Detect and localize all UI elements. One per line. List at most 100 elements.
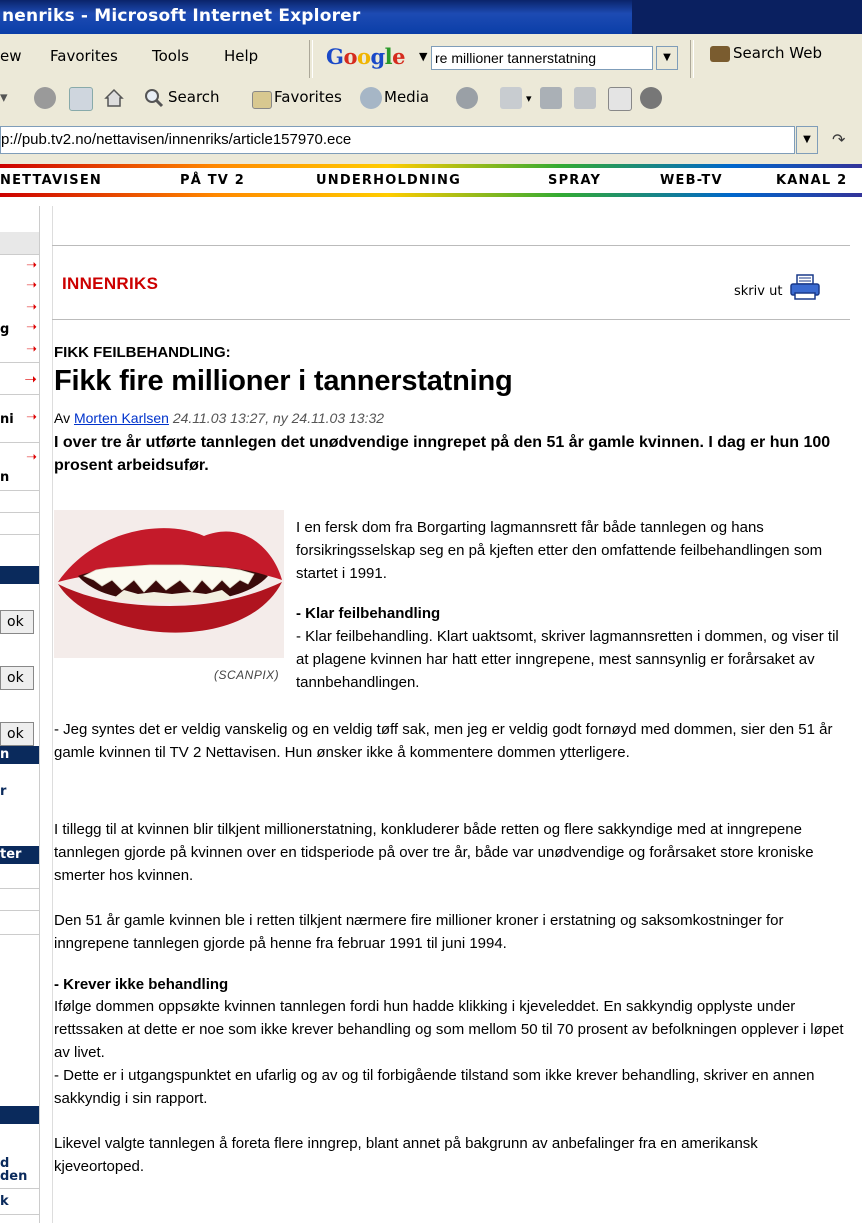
- sidebar-arrow-icon[interactable]: ➝: [26, 342, 37, 357]
- menu-favorites[interactable]: Favorites: [50, 47, 118, 65]
- byline-prefix: Av: [54, 410, 71, 426]
- article-paragraph: - Klar feilbehandling. Klart uaktsomt, s…: [296, 628, 839, 691]
- mail-icon[interactable]: [500, 87, 522, 109]
- article-lead: I over tre år utførte tannlegen det unød…: [54, 434, 831, 474]
- sidebar-item-label[interactable]: den: [0, 1169, 27, 1184]
- article-subheading: - Krever ikke behandling: [54, 976, 229, 993]
- sidebar-divider: [0, 910, 39, 911]
- sidebar-divider: [0, 394, 39, 395]
- ok-button[interactable]: ok: [0, 722, 34, 746]
- sidebar-divider: [0, 1214, 39, 1215]
- article-paragraph: I en fersk dom fra Borgarting lagmannsre…: [296, 519, 823, 582]
- sidebar-item-label[interactable]: k: [0, 1194, 9, 1209]
- standard-toolbar: ▾ Search Favorites Media ▾: [0, 82, 862, 119]
- article-kicker: FIKK FEILBEHANDLING:: [54, 344, 231, 361]
- stop-icon[interactable]: [34, 87, 56, 109]
- sidebar-section-label[interactable]: n: [0, 746, 39, 764]
- article-byline: Av Morten Karlsen 24.11.03 13:27, ny 24.…: [54, 410, 384, 426]
- discuss-icon[interactable]: [608, 87, 632, 111]
- sidebar-divider: [0, 442, 39, 443]
- article-content: INNENRIKS skriv ut FIKK FEILBEHANDLING: …: [40, 206, 862, 1223]
- site-nav: NETTAVISEN PÅ TV 2 UNDERHOLDNING SPRAY W…: [0, 164, 862, 206]
- binoculars-icon: [710, 45, 730, 62]
- mail-dropdown-icon[interactable]: ▾: [526, 92, 532, 105]
- search-button-label[interactable]: Search: [168, 88, 220, 106]
- content-border: [52, 206, 53, 1223]
- nav-color-stripe: [0, 164, 862, 168]
- media-button-label[interactable]: Media: [384, 88, 429, 106]
- article-subheading: - Klar feilbehandling: [296, 605, 441, 622]
- article-timestamp: 24.11.03 13:27, ny 24.11.03 13:32: [172, 410, 385, 426]
- address-bar: p://pub.tv2.no/nettavisen/innenriks/arti…: [0, 118, 862, 165]
- media-icon[interactable]: [360, 87, 382, 109]
- messenger-icon[interactable]: [640, 87, 662, 109]
- favorites-button-label[interactable]: Favorites: [274, 88, 342, 106]
- sidebar-section-header: [0, 566, 39, 584]
- window-titlebar[interactable]: nenriks - Microsoft Internet Explorer: [0, 0, 862, 34]
- sidebar-arrow-icon[interactable]: ➝: [24, 370, 37, 388]
- sidebar-section-label[interactable]: ter: [0, 846, 39, 864]
- sidebar-item-label[interactable]: g: [0, 322, 9, 337]
- home-icon[interactable]: [103, 87, 125, 109]
- nav-pa-tv2[interactable]: PÅ TV 2: [180, 173, 245, 188]
- search-web-label: Search Web: [733, 44, 823, 62]
- divider: [52, 319, 850, 320]
- address-dropdown-icon[interactable]: ▼: [796, 126, 818, 154]
- google-history-dropdown-icon[interactable]: ▼: [656, 46, 678, 70]
- nav-color-stripe: [0, 193, 862, 197]
- go-icon[interactable]: ↷: [832, 130, 845, 149]
- nav-underholdning[interactable]: UNDERHOLDNING: [316, 173, 461, 188]
- sidebar-arrow-icon[interactable]: ➝: [26, 300, 37, 315]
- menu-help[interactable]: Help: [224, 47, 258, 65]
- sidebar-arrow-icon[interactable]: ➝: [26, 410, 37, 425]
- favorites-icon[interactable]: [252, 91, 272, 109]
- window-controls[interactable]: [632, 0, 862, 34]
- back-dropdown-icon[interactable]: ▾: [0, 88, 8, 106]
- sidebar-arrow-icon[interactable]: ➝: [26, 320, 37, 335]
- ok-button[interactable]: ok: [0, 666, 34, 690]
- sidebar-divider: [0, 490, 39, 491]
- sidebar-arrow-icon[interactable]: ➝: [26, 278, 37, 293]
- article-paragraph: - Dette er i utgangspunktet en ufarlig o…: [54, 1067, 815, 1107]
- photo-credit: (SCANPIX): [214, 668, 280, 682]
- toolbar-divider: [309, 40, 313, 78]
- sidebar-divider: [0, 934, 39, 935]
- printer-icon[interactable]: [789, 274, 821, 300]
- sidebar-header: [0, 232, 39, 254]
- menu-tools[interactable]: Tools: [152, 47, 189, 65]
- history-icon[interactable]: [456, 87, 478, 109]
- article-paragraph: Ifølge dommen oppsøkte kvinnen tannlegen…: [54, 998, 844, 1061]
- section-title[interactable]: INNENRIKS: [62, 274, 158, 294]
- nav-nettavisen[interactable]: NETTAVISEN: [0, 173, 102, 188]
- search-icon[interactable]: [143, 87, 165, 109]
- nav-spray[interactable]: SPRAY: [548, 173, 601, 188]
- author-link[interactable]: Morten Karlsen: [74, 410, 169, 426]
- sidebar-item-label[interactable]: r: [0, 784, 6, 799]
- sidebar-item-label[interactable]: n: [0, 470, 9, 485]
- article-paragraph: I tillegg til at kvinnen blir tilkjent m…: [54, 821, 814, 884]
- sidebar-section-header: [0, 1106, 39, 1124]
- sidebar-divider: [0, 1188, 39, 1189]
- nav-web-tv[interactable]: WEB-TV: [660, 173, 723, 188]
- edit-icon[interactable]: [574, 87, 596, 109]
- menu-view[interactable]: ew: [0, 47, 22, 65]
- sidebar-item-label[interactable]: ni: [0, 412, 14, 427]
- article-paragraph: - Jeg syntes det er veldig vanskelig og …: [54, 721, 833, 761]
- google-options-dropdown-icon[interactable]: ▼: [419, 50, 427, 63]
- refresh-icon[interactable]: [69, 87, 93, 111]
- sidebar-arrow-icon[interactable]: ➝: [26, 450, 37, 465]
- toolbar-divider: [690, 40, 694, 78]
- sidebar-arrow-icon[interactable]: ➝: [26, 258, 37, 273]
- google-search-input[interactable]: re millioner tannerstatning: [431, 46, 653, 70]
- nav-kanal2[interactable]: KANAL 2: [776, 173, 847, 188]
- google-logo: Google: [326, 44, 406, 69]
- sidebar-divider: [0, 362, 39, 363]
- sidebar-divider: [0, 254, 39, 255]
- sidebar-divider: [0, 534, 39, 535]
- print-link[interactable]: skriv ut: [734, 284, 782, 299]
- article-photo[interactable]: [54, 510, 284, 658]
- address-input[interactable]: p://pub.tv2.no/nettavisen/innenriks/arti…: [0, 126, 795, 154]
- search-web-button[interactable]: Search Web: [710, 44, 822, 62]
- print-icon[interactable]: [540, 87, 562, 109]
- ok-button[interactable]: ok: [0, 610, 34, 634]
